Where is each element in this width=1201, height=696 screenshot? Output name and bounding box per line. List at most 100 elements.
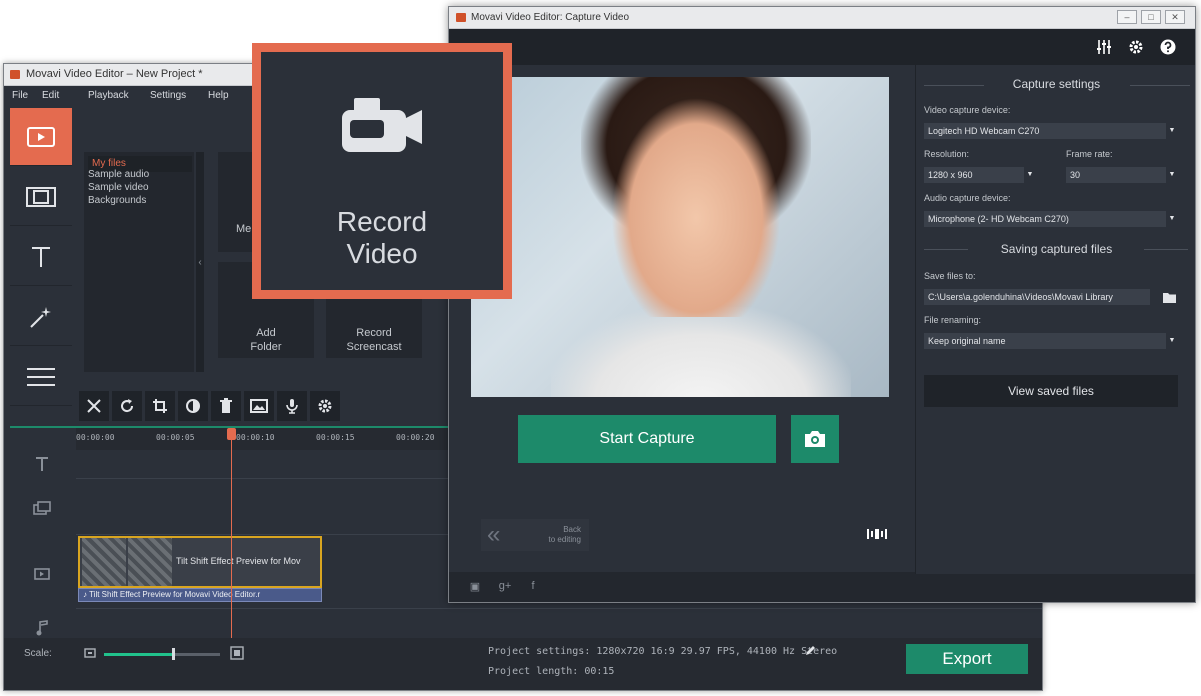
section-divider: [1144, 249, 1188, 250]
scale-label: Scale:: [24, 648, 52, 659]
settings-button[interactable]: [1127, 38, 1145, 56]
minimize-button[interactable]: –: [1117, 10, 1137, 24]
clip-thumbnail: [128, 538, 172, 586]
help-icon: [1160, 39, 1176, 55]
webcam-preview: [471, 77, 889, 397]
record-audio-button[interactable]: [277, 391, 307, 421]
contrast-icon: [186, 399, 200, 413]
edit-toolbar: [79, 391, 340, 421]
record-video-callout[interactable]: Record Video: [252, 43, 512, 299]
magic-wand-icon: [30, 306, 51, 328]
color-adjust-button[interactable]: [178, 391, 208, 421]
collapse-panel-handle[interactable]: ‹: [196, 152, 204, 372]
youtube-icon[interactable]: ▣: [467, 578, 483, 594]
record-screencast-label-1: Record: [356, 327, 392, 339]
mixer-button[interactable]: [1095, 38, 1113, 56]
audio-clip[interactable]: ♪ Tilt Shift Effect Preview for Movavi V…: [78, 588, 322, 602]
ruler-tick: 00:00:10: [236, 433, 275, 442]
file-categories: My files Sample audio Sample video Backg…: [84, 152, 194, 372]
text-icon: [32, 246, 50, 267]
rotate-icon: [121, 399, 134, 413]
app-icon: [10, 70, 20, 79]
screenshot-root: Movavi Video Editor – New Project * File…: [0, 0, 1201, 696]
sidebar-item-titles[interactable]: [10, 228, 72, 286]
ruler-tick: 00:00:15: [316, 433, 355, 442]
file-renaming-select[interactable]: Keep original name ▼: [924, 333, 1178, 349]
resolution-select[interactable]: 1280 x 960 ▼: [924, 167, 1036, 183]
facebook-icon[interactable]: f: [525, 578, 541, 594]
scissors-icon: [87, 399, 101, 413]
audio-device-select[interactable]: Microphone (2- HD Webcam C270) ▼: [924, 211, 1178, 227]
category-sample-video[interactable]: Sample video: [88, 182, 149, 193]
tile-media-label: Me: [236, 223, 252, 235]
chevron-down-icon: ▼: [1166, 211, 1178, 227]
video-device-value: Logitech HD Webcam C270: [928, 126, 1040, 136]
video-device-select[interactable]: Logitech HD Webcam C270 ▼: [924, 123, 1178, 139]
snapshot-button[interactable]: [791, 415, 839, 463]
microphone-icon: [286, 399, 298, 414]
save-to-path-field[interactable]: C:\Users\a.golenduhina\Videos\Movavi Lib…: [924, 289, 1150, 305]
menu-edit[interactable]: Edit: [42, 90, 59, 101]
export-button[interactable]: Export: [906, 644, 1028, 674]
record-video-tile[interactable]: Record Video: [261, 52, 503, 290]
delete-button[interactable]: [211, 391, 241, 421]
maximize-icon: □: [1148, 12, 1154, 22]
category-backgrounds[interactable]: Backgrounds: [88, 195, 146, 206]
capture-topbar: [449, 29, 1195, 65]
collapse-chevron-icon: ‹: [198, 256, 202, 268]
fullscreen-icon[interactable]: [867, 527, 887, 541]
file-renaming-value: Keep original name: [928, 336, 1006, 346]
menu-settings[interactable]: Settings: [150, 90, 186, 101]
crop-button[interactable]: [145, 391, 175, 421]
insert-image-button[interactable]: [244, 391, 274, 421]
zoom-out-icon[interactable]: [84, 648, 96, 658]
add-folder-label-1: Add: [256, 327, 276, 339]
text-track-icon: [32, 454, 52, 474]
cut-button[interactable]: [79, 391, 109, 421]
start-capture-button[interactable]: Start Capture: [518, 415, 776, 463]
scale-slider-fill: [104, 653, 174, 656]
scale-slider-thumb[interactable]: [172, 648, 175, 660]
gear-icon: [318, 399, 332, 413]
sidebar-item-more[interactable]: [10, 348, 72, 406]
pencil-icon[interactable]: [804, 645, 816, 657]
audio-device-label: Audio capture device:: [924, 193, 1011, 203]
sidebar-item-filters[interactable]: [10, 168, 72, 226]
camera-icon: [805, 431, 825, 447]
sliders-icon: [1097, 40, 1111, 54]
back-to-editing-button[interactable]: « Back to editing: [481, 519, 589, 551]
folder-icon[interactable]: [1162, 291, 1178, 304]
project-length-text: Project length: 00:15: [488, 666, 615, 677]
menu-file[interactable]: File: [12, 90, 28, 101]
project-settings-text: Project settings: 1280x720 16:9 29.97 FP…: [488, 646, 838, 657]
google-plus-icon[interactable]: g+: [497, 578, 513, 594]
audio-device-value: Microphone (2- HD Webcam C270): [928, 214, 1069, 224]
app-icon: [456, 13, 466, 22]
maximize-button[interactable]: □: [1141, 10, 1161, 24]
category-sample-audio[interactable]: Sample audio: [88, 169, 149, 180]
capture-titlebar: Movavi Video Editor: Capture Video – □ ✕: [449, 7, 1195, 29]
clip-settings-button[interactable]: [310, 391, 340, 421]
resolution-label: Resolution:: [924, 149, 970, 159]
chevron-down-icon: ▼: [1166, 167, 1178, 183]
rotate-button[interactable]: [112, 391, 142, 421]
menu-playback[interactable]: Playback: [88, 90, 129, 101]
close-button[interactable]: ✕: [1165, 10, 1185, 24]
menu-help[interactable]: Help: [208, 90, 229, 101]
zoom-in-icon[interactable]: [230, 646, 244, 660]
video-clip-label: Tilt Shift Effect Preview for Mov: [176, 556, 301, 566]
editor-sidebar: [10, 108, 72, 408]
frame-rate-label: Frame rate:: [1066, 149, 1113, 159]
playhead-handle[interactable]: [227, 428, 236, 440]
close-icon: ✕: [1171, 11, 1179, 22]
view-saved-files-button[interactable]: View saved files: [924, 375, 1178, 407]
section-divider: [1130, 85, 1190, 86]
audio-clip-label: ♪ Tilt Shift Effect Preview for Movavi V…: [83, 590, 261, 599]
record-video-label: Record Video: [261, 206, 503, 270]
video-clip[interactable]: Tilt Shift Effect Preview for Mov: [78, 536, 322, 588]
overlay-track-icon: [32, 498, 52, 518]
frame-rate-select[interactable]: 30 ▼: [1066, 167, 1178, 183]
sidebar-item-transitions[interactable]: [10, 288, 72, 346]
help-button[interactable]: [1159, 38, 1177, 56]
sidebar-item-import[interactable]: [10, 108, 72, 166]
